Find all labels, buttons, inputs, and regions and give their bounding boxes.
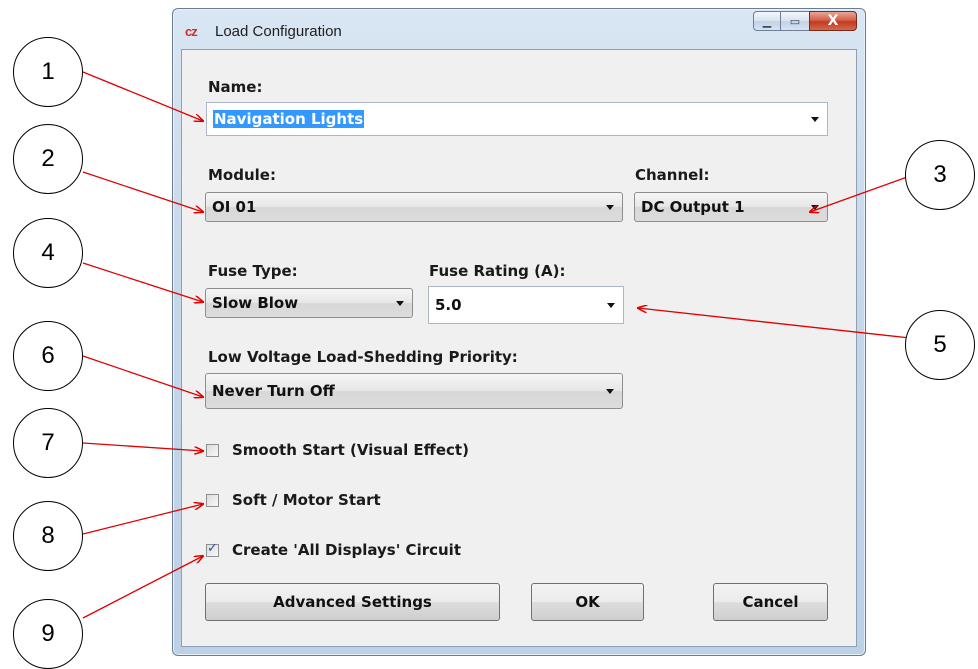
callout-8: 8 bbox=[13, 501, 83, 571]
minimize-icon: ▁ bbox=[762, 14, 772, 28]
ok-button[interactable]: OK bbox=[531, 583, 644, 621]
channel-dropdown-value: DC Output 1 bbox=[641, 198, 745, 216]
all-displays-checkbox[interactable] bbox=[206, 541, 219, 557]
fuse-type-dropdown[interactable]: Slow Blow bbox=[205, 288, 413, 318]
close-button[interactable]: X bbox=[809, 11, 857, 31]
fuse-rating-value[interactable]: 5.0 bbox=[435, 296, 462, 314]
fuse-rating-combo[interactable]: 5.0 bbox=[428, 286, 624, 324]
chevron-down-icon bbox=[606, 205, 614, 210]
fuse-type-label: Fuse Type: bbox=[208, 262, 298, 280]
fuse-rating-label: Fuse Rating (A): bbox=[429, 262, 566, 280]
callout-2: 2 bbox=[13, 124, 83, 194]
module-dropdown-value: OI 01 bbox=[212, 198, 257, 216]
smooth-start-label[interactable]: Smooth Start (Visual Effect) bbox=[232, 441, 469, 459]
callout-6: 6 bbox=[13, 321, 83, 391]
priority-dropdown[interactable]: Never Turn Off bbox=[205, 373, 623, 409]
maximize-icon: ▭ bbox=[789, 14, 801, 28]
callout-4: 4 bbox=[13, 218, 83, 288]
maximize-button[interactable]: ▭ bbox=[781, 11, 809, 31]
chevron-down-icon bbox=[811, 205, 819, 210]
callout-7: 7 bbox=[13, 408, 83, 478]
module-dropdown[interactable]: OI 01 bbox=[205, 192, 623, 222]
channel-dropdown[interactable]: DC Output 1 bbox=[634, 192, 828, 222]
app-logo-icon: cz bbox=[185, 24, 198, 39]
callout-1: 1 bbox=[13, 37, 83, 107]
smooth-start-option[interactable]: Smooth Start (Visual Effect) bbox=[206, 441, 469, 459]
module-label: Module: bbox=[208, 166, 276, 184]
priority-dropdown-value: Never Turn Off bbox=[212, 382, 335, 400]
smooth-start-checkbox[interactable] bbox=[206, 443, 219, 457]
callout-5: 5 bbox=[905, 310, 975, 380]
channel-label: Channel: bbox=[635, 166, 710, 184]
priority-label: Low Voltage Load-Shedding Priority: bbox=[208, 348, 518, 366]
name-label: Name: bbox=[208, 78, 263, 96]
close-icon: X bbox=[827, 13, 839, 29]
minimize-button[interactable]: ▁ bbox=[753, 11, 781, 31]
title-bar[interactable]: cz Load Configuration ▁ ▭ X bbox=[173, 9, 865, 49]
soft-start-checkbox[interactable] bbox=[206, 493, 219, 507]
callout-9: 9 bbox=[13, 599, 83, 669]
load-configuration-window: cz Load Configuration ▁ ▭ X Name: Naviga… bbox=[172, 8, 866, 656]
chevron-down-icon bbox=[606, 389, 614, 394]
chevron-down-icon bbox=[396, 301, 404, 306]
soft-start-label[interactable]: Soft / Motor Start bbox=[232, 491, 381, 509]
advanced-settings-button[interactable]: Advanced Settings bbox=[205, 583, 500, 621]
all-displays-option[interactable]: Create 'All Displays' Circuit bbox=[206, 541, 461, 559]
all-displays-label[interactable]: Create 'All Displays' Circuit bbox=[232, 541, 461, 559]
window-title: Load Configuration bbox=[215, 23, 342, 40]
dialog-body: Name: Navigation Lights Module: OI 01 Ch… bbox=[181, 49, 857, 647]
chevron-down-icon[interactable] bbox=[607, 303, 615, 308]
annotated-screenshot: cz Load Configuration ▁ ▭ X Name: Naviga… bbox=[0, 0, 978, 669]
name-combo[interactable]: Navigation Lights bbox=[206, 102, 828, 136]
cancel-button[interactable]: Cancel bbox=[713, 583, 828, 621]
fuse-type-dropdown-value: Slow Blow bbox=[212, 294, 299, 312]
soft-start-option[interactable]: Soft / Motor Start bbox=[206, 491, 381, 509]
name-input-value[interactable]: Navigation Lights bbox=[213, 110, 365, 128]
callout-3: 3 bbox=[905, 140, 975, 210]
window-controls: ▁ ▭ X bbox=[753, 11, 857, 33]
chevron-down-icon[interactable] bbox=[811, 117, 819, 122]
